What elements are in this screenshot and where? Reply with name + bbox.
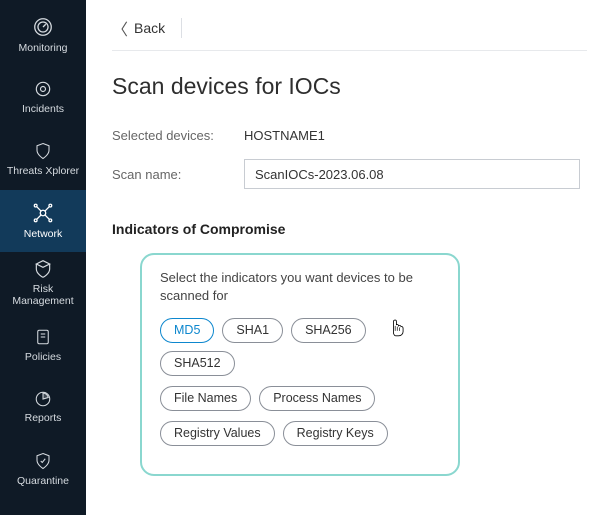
- scan-name-label: Scan name:: [112, 167, 244, 182]
- sidebar-item-policies[interactable]: Policies: [0, 314, 86, 376]
- ioc-chip-registry-values[interactable]: Registry Values: [160, 421, 275, 446]
- ioc-chip-sha512[interactable]: SHA512: [160, 351, 235, 376]
- ioc-chips-row-3: Registry Values Registry Keys: [160, 421, 440, 446]
- sidebar-item-risk-management[interactable]: Risk Management: [0, 252, 86, 314]
- sidebar-item-quarantine[interactable]: Quarantine: [0, 438, 86, 500]
- back-button[interactable]: 〈 Back: [112, 16, 165, 40]
- main-content: 〈 Back Scan devices for IOCs Selected de…: [86, 0, 613, 515]
- sidebar-item-label: Reports: [25, 412, 62, 424]
- back-row: 〈 Back: [112, 16, 587, 40]
- sidebar-item-label: Threats Xplorer: [7, 165, 79, 177]
- ioc-chips-row-2: File Names Process Names: [160, 386, 440, 411]
- selected-devices-row: Selected devices: HOSTNAME1: [112, 128, 587, 143]
- sidebar-item-label: Risk Management: [2, 283, 84, 307]
- chevron-left-icon: 〈: [112, 16, 128, 40]
- ioc-chip-sha256[interactable]: SHA256: [291, 318, 366, 343]
- sidebar-item-label: Monitoring: [18, 42, 67, 54]
- header-divider: [112, 50, 587, 51]
- quarantine-icon: [34, 451, 52, 471]
- sidebar-item-network[interactable]: Network: [0, 190, 86, 252]
- ioc-chip-registry-keys[interactable]: Registry Keys: [283, 421, 388, 446]
- sidebar-item-label: Quarantine: [17, 475, 69, 487]
- shield-icon: [34, 141, 52, 161]
- ioc-chip-file-names[interactable]: File Names: [160, 386, 251, 411]
- sidebar-item-monitoring[interactable]: Monitoring: [0, 4, 86, 66]
- sidebar-item-incidents[interactable]: Incidents: [0, 66, 86, 128]
- ioc-help-text: Select the indicators you want devices t…: [160, 269, 440, 304]
- target-icon: [33, 79, 53, 99]
- scan-name-input[interactable]: [244, 159, 580, 189]
- ioc-chip-sha1[interactable]: SHA1: [222, 318, 283, 343]
- sidebar-item-label: Policies: [25, 351, 61, 363]
- sidebar-item-reports[interactable]: Reports: [0, 376, 86, 438]
- sidebar-item-label: Network: [24, 228, 63, 240]
- ioc-chips-row-1: MD5 SHA1 SHA256 SHA512: [160, 318, 440, 376]
- ioc-chip-md5[interactable]: MD5: [160, 318, 214, 343]
- scan-name-row: Scan name:: [112, 159, 587, 189]
- ioc-section-title: Indicators of Compromise: [112, 221, 587, 237]
- risk-icon: [33, 259, 53, 279]
- sidebar: Monitoring Incidents Threats Xplorer: [0, 0, 86, 515]
- gauge-icon: [32, 16, 54, 38]
- selected-devices-label: Selected devices:: [112, 128, 244, 143]
- sidebar-item-threats-xplorer[interactable]: Threats Xplorer: [0, 128, 86, 190]
- network-icon: [32, 202, 54, 224]
- reports-icon: [34, 390, 52, 408]
- back-separator: [181, 18, 182, 38]
- back-label: Back: [134, 20, 165, 36]
- page-title: Scan devices for IOCs: [112, 73, 587, 100]
- app-root: Monitoring Incidents Threats Xplorer: [0, 0, 613, 515]
- selected-devices-value: HOSTNAME1: [244, 128, 325, 143]
- ioc-chip-process-names[interactable]: Process Names: [259, 386, 375, 411]
- ioc-box: Select the indicators you want devices t…: [140, 253, 460, 476]
- sidebar-item-label: Incidents: [22, 103, 64, 115]
- policies-icon: [34, 327, 52, 347]
